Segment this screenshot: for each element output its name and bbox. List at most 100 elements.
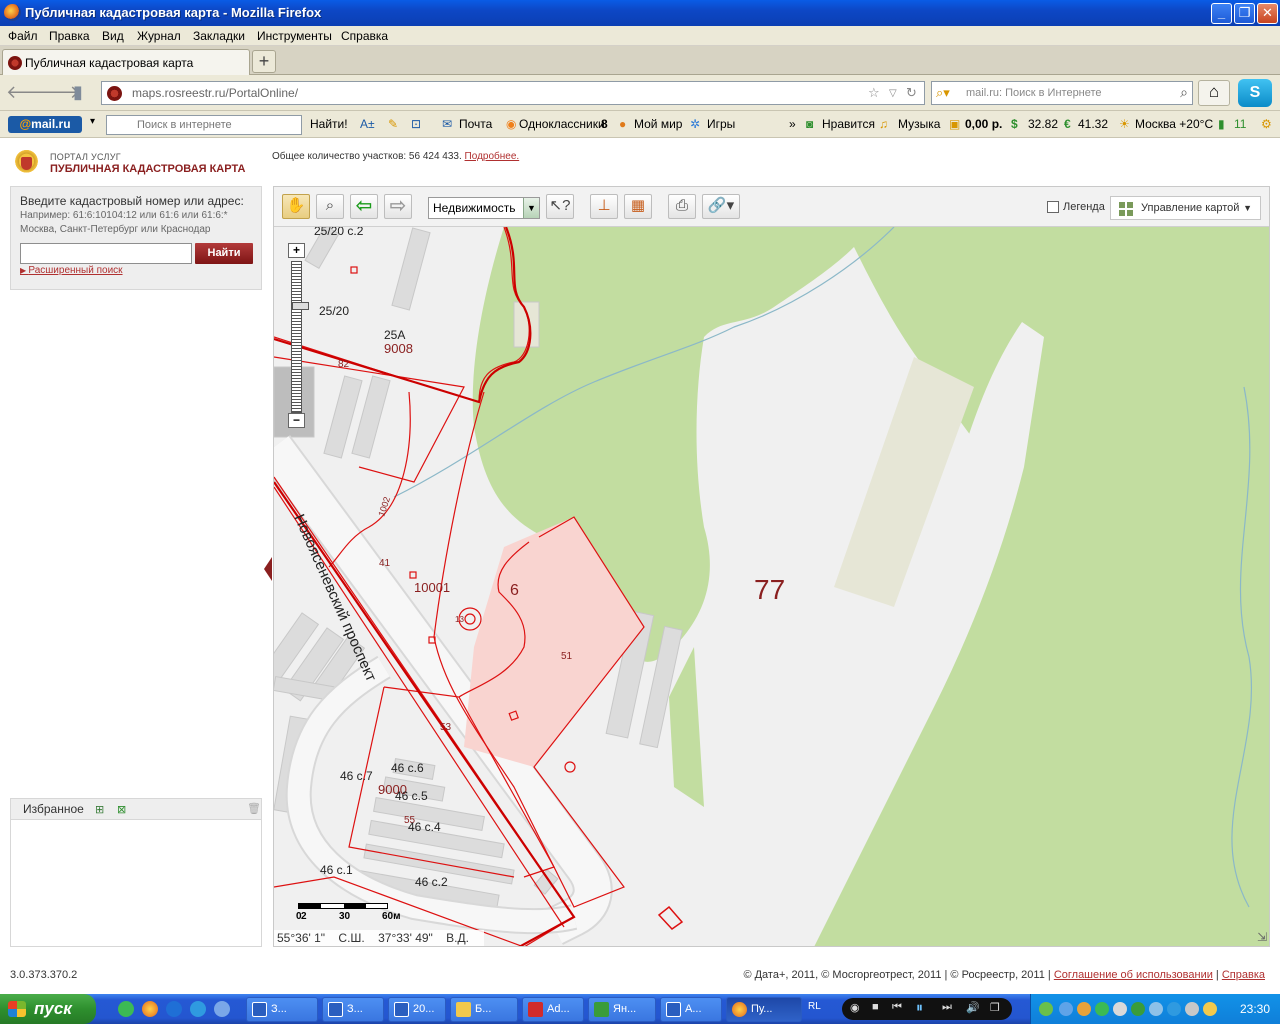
measure-distance-icon[interactable]: ⊥ (590, 194, 618, 219)
music-link[interactable]: Музыка (898, 117, 940, 131)
map-container[interactable]: ✋ ⌕ ⇦ ⇨ Недвижимость ▼ ↖? ⊥ ▦ ⎙ 🔗▾ Леген… (273, 186, 1270, 947)
quicklaunch-firefox-icon[interactable] (142, 1001, 158, 1017)
eur-rate[interactable]: 41.32 (1078, 117, 1108, 131)
menu-tools[interactable]: Инструменты (257, 29, 332, 43)
identify-cursor-icon[interactable]: ↖? (546, 194, 574, 219)
usd-rate[interactable]: 32.82 (1028, 117, 1058, 131)
pencil-icon[interactable]: ✎ (388, 117, 398, 131)
new-tab-button[interactable]: + (252, 50, 276, 73)
media-restore-icon[interactable]: ❐ (990, 1001, 1000, 1014)
taskbar-item-word-4[interactable]: А... (660, 997, 722, 1022)
menu-view[interactable]: Вид (102, 29, 124, 43)
tray-icon-10[interactable] (1203, 1002, 1217, 1016)
tab-cadastral-map[interactable]: Публичная кадастровая карта (2, 49, 250, 75)
tray-icon-6[interactable] (1131, 1002, 1145, 1016)
collapse-panel-arrow-icon[interactable] (264, 557, 272, 581)
trash-icon[interactable]: 🗑 (247, 802, 261, 815)
mailru-search-button[interactable]: Найти! (310, 117, 348, 131)
history-dropdown-icon[interactable]: ▽ (889, 88, 897, 99)
moi-mir-link[interactable]: Мой мир (634, 117, 682, 131)
media-pause-icon[interactable]: ⏸ (916, 999, 923, 1016)
media-previous-icon[interactable]: ⏮ (892, 1001, 902, 1014)
media-stop-icon[interactable]: ■ (872, 1001, 879, 1013)
media-next-icon[interactable]: ⏭ (942, 1001, 952, 1014)
measure-area-icon[interactable]: ▦ (624, 194, 652, 219)
cadastral-map-canvas[interactable]: 25/20 с.2 25/20 25А 9008 82 1002 41 1000… (274, 227, 1269, 947)
menu-bookmarks[interactable]: Закладки (193, 29, 245, 43)
odnoklassniki-link[interactable]: Одноклассники (519, 117, 605, 131)
tray-icon-2[interactable] (1059, 1002, 1073, 1016)
games-link[interactable]: Игры (707, 117, 735, 131)
media-volume-icon[interactable]: 🔊 (966, 1001, 980, 1014)
favorites-excel-icon[interactable]: ⊠ (117, 803, 126, 816)
reload-icon[interactable]: ↻ (906, 85, 917, 101)
back-arrow-icon[interactable]: 🡐 (6, 82, 54, 104)
maximize-button[interactable]: ❐ (1234, 3, 1255, 24)
close-button[interactable]: ✕ (1257, 3, 1278, 24)
media-menu-icon[interactable]: ◉ (850, 1001, 860, 1014)
mailru-logo[interactable]: @mail.ru (8, 116, 82, 133)
url-bar[interactable]: maps.rosreestr.ru/PortalOnline/ ☆ ▽ ↻ (101, 81, 925, 105)
tray-icon-8[interactable] (1167, 1002, 1181, 1016)
search-icon[interactable]: ⌕ (1180, 84, 1188, 101)
zoom-in-button[interactable]: + (288, 243, 305, 258)
zoom-out-button[interactable]: − (288, 413, 305, 428)
favorites-export-icon[interactable]: ⊞ (95, 803, 104, 816)
map-resize-icon[interactable]: ⇲ (1257, 930, 1267, 944)
cadastral-search-input[interactable] (20, 243, 192, 264)
start-button[interactable]: пуск (0, 994, 96, 1024)
skype-icon[interactable]: S (1238, 79, 1272, 107)
previous-extent-arrow-icon[interactable]: ⇦ (350, 194, 378, 219)
quicklaunch-desktop-icon[interactable] (214, 1001, 230, 1017)
help-link[interactable]: Справка (1222, 969, 1265, 981)
taskbar-item-firefox[interactable]: Пу... (726, 997, 802, 1022)
weather-text[interactable]: Москва +20°С (1135, 117, 1213, 131)
taskbar-clock[interactable]: 23:30 (1240, 1002, 1270, 1016)
tray-network-icon[interactable] (1149, 1002, 1163, 1016)
tray-volume-icon[interactable] (1185, 1002, 1199, 1016)
zoom-rectangle-icon[interactable]: ⌕ (316, 194, 344, 219)
toolbar-dropdown-icon[interactable]: ▾ (90, 116, 95, 127)
zoom-knob[interactable] (292, 302, 309, 310)
mailru-search-input[interactable]: Поиск в интернете (106, 115, 302, 135)
bookmark-star-icon[interactable]: ☆ (868, 85, 880, 101)
menu-history[interactable]: Журнал (137, 29, 181, 43)
next-extent-arrow-icon[interactable]: ⇨ (384, 194, 412, 219)
portal-title[interactable]: ПУБЛИЧНАЯ КАДАСТРОВАЯ КАРТА (50, 163, 245, 175)
terms-link[interactable]: Соглашение об использовании (1054, 969, 1213, 981)
settings-gear-icon[interactable]: ⚙ (1261, 117, 1272, 131)
tray-icon-3[interactable] (1077, 1002, 1091, 1016)
more-details-link[interactable]: Подробнее. (465, 151, 520, 162)
home-icon[interactable]: ⌂ (1198, 80, 1230, 106)
menu-help[interactable]: Справка (341, 29, 388, 43)
forward-arrow-icon[interactable]: 🡒 (32, 82, 80, 104)
balance-value[interactable]: 0,00 р. (965, 117, 1002, 131)
minimize-button[interactable]: _ (1211, 3, 1232, 24)
toolbar-overflow-icon[interactable]: » (789, 117, 796, 131)
taskbar-item-acrobat[interactable]: Ad... (522, 997, 584, 1022)
menu-edit[interactable]: Правка (49, 29, 90, 43)
tray-icon-5[interactable] (1113, 1002, 1127, 1016)
taskbar-item-yandex[interactable]: Ян... (588, 997, 656, 1022)
language-indicator[interactable]: RL (808, 1001, 821, 1012)
tray-icon-1[interactable] (1039, 1002, 1053, 1016)
screenshot-icon[interactable]: ⊡ (411, 117, 421, 131)
menu-file[interactable]: Файл (8, 29, 38, 43)
bar-chart-icon[interactable]: ▮ (66, 82, 90, 104)
quicklaunch-icon-1[interactable] (118, 1001, 134, 1017)
taskbar-item-folder[interactable]: Б... (450, 997, 518, 1022)
search-bar[interactable]: ⌕▾ mail.ru: Поиск в Интернете ⌕ (931, 81, 1193, 105)
advanced-search-link[interactable]: ▶ Расширенный поиск (20, 265, 123, 276)
quicklaunch-ie-icon[interactable] (190, 1001, 206, 1017)
zoom-track[interactable] (291, 261, 309, 413)
tray-icon-4[interactable] (1095, 1002, 1109, 1016)
legend-checkbox[interactable] (1047, 201, 1059, 213)
mail-link[interactable]: Почта (459, 117, 492, 131)
print-icon[interactable]: ⎙ (668, 194, 696, 219)
link-dropdown-icon[interactable]: 🔗▾ (702, 194, 740, 219)
zoom-slider[interactable]: + − (288, 243, 309, 433)
like-link[interactable]: Нравится (822, 117, 875, 131)
quicklaunch-media-icon[interactable] (166, 1001, 182, 1017)
taskbar-item-word-1[interactable]: З... (246, 997, 318, 1022)
traffic-score[interactable]: 11 (1234, 117, 1246, 131)
